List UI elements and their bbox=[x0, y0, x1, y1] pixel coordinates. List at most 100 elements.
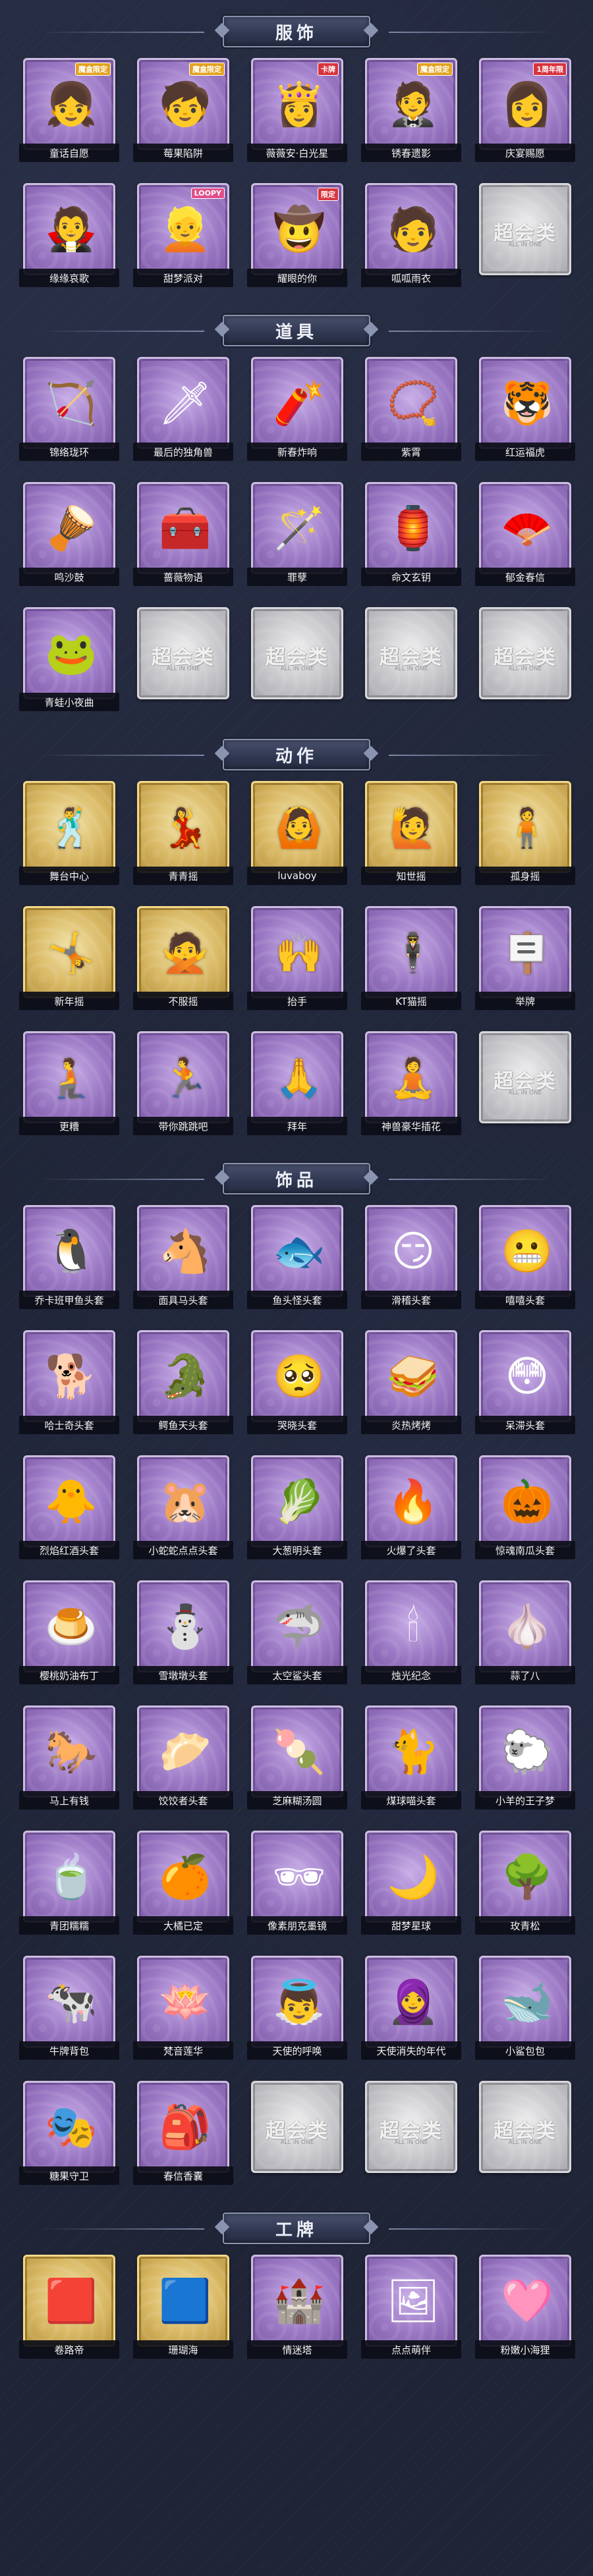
item-card[interactable]: 🏃 带你跳跳吧 bbox=[133, 1031, 233, 1135]
item-icon: 🧘 bbox=[389, 1056, 438, 1100]
item-card[interactable]: 🪷 梵音莲华 bbox=[133, 1956, 233, 2060]
item-card[interactable]: 🍵 青团糯糯 bbox=[19, 1831, 119, 1935]
item-card[interactable]: 👧 魔盒限定 童话自愿 bbox=[19, 58, 119, 162]
item-icon: 🪄 bbox=[273, 504, 325, 553]
item-card[interactable]: 🕶 像素朋克墨镜 bbox=[247, 1831, 347, 1935]
item-label: 薇薇安·白光星 bbox=[247, 144, 347, 162]
item-card[interactable]: 🙆 luvaboy bbox=[247, 781, 347, 885]
item-card[interactable]: 🙌 抬手 bbox=[247, 906, 347, 1010]
item-card[interactable]: 😏 滑稽头套 bbox=[361, 1205, 461, 1309]
item-card[interactable]: 🥬 大葱明头套 bbox=[247, 1455, 347, 1559]
item-frame: 🐋 bbox=[479, 1956, 571, 2048]
item-card[interactable]: 🤸 新年摇 bbox=[19, 906, 119, 1010]
item-frame: 🐕 bbox=[23, 1330, 115, 1422]
item-card[interactable]: 🧨 新春炸响 bbox=[247, 357, 347, 461]
item-card[interactable]: 🪄 罪孽 bbox=[247, 482, 347, 586]
item-card[interactable]: 🐧 乔卡班甲鱼头套 bbox=[19, 1205, 119, 1309]
item-frame: 🟥 bbox=[23, 2255, 115, 2347]
item-card[interactable]: 😬 嘻嘻头套 bbox=[475, 1205, 575, 1309]
item-card[interactable]: 🤠 限定 耀眼的你 bbox=[247, 183, 347, 287]
section-header-3: 饰品 bbox=[0, 1162, 593, 1196]
item-frame: 🤵 魔盒限定 bbox=[365, 58, 457, 150]
item-frame: 超会类 ALL IN ONE bbox=[479, 1031, 571, 1123]
item-card[interactable]: 🍊 大橘已定 bbox=[133, 1831, 233, 1935]
item-label: 梵音莲华 bbox=[133, 2041, 233, 2060]
item-card[interactable]: 🦈 太空鲨头套 bbox=[247, 1580, 347, 1684]
item-card[interactable]: 🤵 魔盒限定 锈春遗影 bbox=[361, 58, 461, 162]
item-card[interactable]: 🙋 知世摇 bbox=[361, 781, 461, 885]
item-card[interactable]: 🥟 饺饺者头套 bbox=[133, 1705, 233, 1810]
item-card[interactable]: 🐟 鱼头怪头套 bbox=[247, 1205, 347, 1309]
item-card[interactable]: 👸 卡牌 薇薇安·白光星 bbox=[247, 58, 347, 162]
item-card[interactable]: 🕺 舞台中心 bbox=[19, 781, 119, 885]
item-label: 蒜了八 bbox=[475, 1666, 575, 1684]
item-card[interactable]: 📿 紫霄 bbox=[361, 357, 461, 461]
item-card[interactable]: 🪧 举牌 bbox=[475, 906, 575, 1010]
item-label: 马上有钱 bbox=[19, 1791, 119, 1810]
item-card[interactable]: 🍡 芝麻糊汤圆 bbox=[247, 1705, 347, 1810]
item-frame: 超会类 ALL IN ONE bbox=[137, 607, 229, 699]
item-card[interactable]: 🐕 哈士奇头套 bbox=[19, 1330, 119, 1434]
item-card[interactable]: 🌳 玫青松 bbox=[475, 1831, 575, 1935]
item-card[interactable]: 🐊 鳄鱼天头套 bbox=[133, 1330, 233, 1434]
item-card[interactable]: 🏹 锦络珑环 bbox=[19, 357, 119, 461]
item-icon: 🎒 bbox=[159, 2103, 212, 2152]
item-card[interactable]: 🧛 缘缘哀歌 bbox=[19, 183, 119, 287]
item-card[interactable]: 🐄 牛牌背包 bbox=[19, 1956, 119, 2060]
item-card[interactable]: 🩷 粉嫩小海狸 bbox=[475, 2255, 575, 2359]
item-card[interactable]: 🌙 甜梦星球 bbox=[361, 1831, 461, 1935]
item-icon: 🐄 bbox=[45, 1978, 98, 2027]
item-card[interactable]: 🎃 惊魂南瓜头套 bbox=[475, 1455, 575, 1559]
item-card[interactable]: 🐈 煤球喵头套 bbox=[361, 1705, 461, 1810]
item-label: 惊魂南瓜头套 bbox=[475, 1541, 575, 1559]
item-card[interactable]: 👼 天使的呼唤 bbox=[247, 1956, 347, 2060]
item-card[interactable]: 🧒 魔盒限定 莓果陷阱 bbox=[133, 58, 233, 162]
item-card[interactable]: 🗡 最后的独角兽 bbox=[133, 357, 233, 461]
item-label: 春信香囊 bbox=[133, 2166, 233, 2185]
item-card[interactable]: 🐹 小蛇蛇点点头套 bbox=[133, 1455, 233, 1559]
item-card[interactable]: 🐑 小羊的王子梦 bbox=[475, 1705, 575, 1810]
item-card[interactable]: 🐸 青蛙小夜曲 bbox=[19, 607, 119, 711]
item-label: 太空鲨头套 bbox=[247, 1666, 347, 1684]
item-card[interactable]: 🐎 马上有钱 bbox=[19, 1705, 119, 1810]
item-card[interactable]: 🐥 烈焰红酒头套 bbox=[19, 1455, 119, 1559]
item-card[interactable]: 🟦 珊瑚海 bbox=[133, 2255, 233, 2359]
item-card[interactable]: 🐯 红运福虎 bbox=[475, 357, 575, 461]
item-card[interactable]: 🙅 不服摇 bbox=[133, 906, 233, 1010]
item-card[interactable]: 🥺 哭晓头套 bbox=[247, 1330, 347, 1434]
item-frame: 🧄 bbox=[479, 1580, 571, 1673]
item-card[interactable]: ⛄ 雪墩墩头套 bbox=[133, 1580, 233, 1684]
item-card[interactable]: 🪭 郁金春信 bbox=[475, 482, 575, 586]
item-card[interactable]: 🍮 樱桃奶油布丁 bbox=[19, 1580, 119, 1684]
item-card[interactable]: 🧎 更糟 bbox=[19, 1031, 119, 1135]
item-card[interactable]: 🖼 点点萌伴 bbox=[361, 2255, 461, 2359]
item-card[interactable]: 🐴 面具马头套 bbox=[133, 1205, 233, 1309]
item-card[interactable]: 🎒 春信香囊 bbox=[133, 2081, 233, 2185]
item-card[interactable]: 😳 呆滞头套 bbox=[475, 1330, 575, 1434]
item-card[interactable]: 🥪 炎热烤烤 bbox=[361, 1330, 461, 1434]
item-card[interactable]: 🧰 蔷薇物语 bbox=[133, 482, 233, 586]
item-frame: 🏮 bbox=[365, 482, 457, 574]
item-card[interactable]: 🏮 命文玄钥 bbox=[361, 482, 461, 586]
item-card[interactable]: 🧘 神兽豪华插花 bbox=[361, 1031, 461, 1135]
item-card[interactable]: 🧕 天使消失的年代 bbox=[361, 1956, 461, 2060]
item-card[interactable]: 🧑 呱呱雨衣 bbox=[361, 183, 461, 287]
item-card[interactable]: 🪘 鸣沙鼓 bbox=[19, 482, 119, 586]
item-card[interactable]: 🐋 小鲨包包 bbox=[475, 1956, 575, 2060]
item-label: luvaboy bbox=[247, 867, 347, 885]
item-card[interactable]: 👱 LOOPY 甜梦派对 bbox=[133, 183, 233, 287]
item-icon: 🙌 bbox=[275, 930, 324, 975]
item-card[interactable]: 🧄 蒜了八 bbox=[475, 1580, 575, 1684]
item-card[interactable]: 🏰 情迷塔 bbox=[247, 2255, 347, 2359]
item-card[interactable]: 🎭 糖果守卫 bbox=[19, 2081, 119, 2185]
item-card[interactable]: 💃 青青摇 bbox=[133, 781, 233, 885]
item-frame: 🏰 bbox=[251, 2255, 343, 2347]
item-card[interactable]: 👩 1周年限 庆宴赐愿 bbox=[475, 58, 575, 162]
inventory-page: 服饰 👧 魔盒限定 童话自愿 🧒 魔盒限定 莓果陷阱 👸 卡牌 薇薇安·白光星 🤵 魔盒限定 锈春遗影 👩… bbox=[0, 0, 593, 2576]
item-card[interactable]: 🟥 卷路帝 bbox=[19, 2255, 119, 2359]
item-card[interactable]: 🕴 KT猫摇 bbox=[361, 906, 461, 1010]
item-card[interactable]: 🕯 烛光纪念 bbox=[361, 1580, 461, 1684]
item-card[interactable]: 🙏 拜年 bbox=[247, 1031, 347, 1135]
item-card[interactable]: 🧍 孤身摇 bbox=[475, 781, 575, 885]
item-card[interactable]: 🔥 火爆了头套 bbox=[361, 1455, 461, 1559]
